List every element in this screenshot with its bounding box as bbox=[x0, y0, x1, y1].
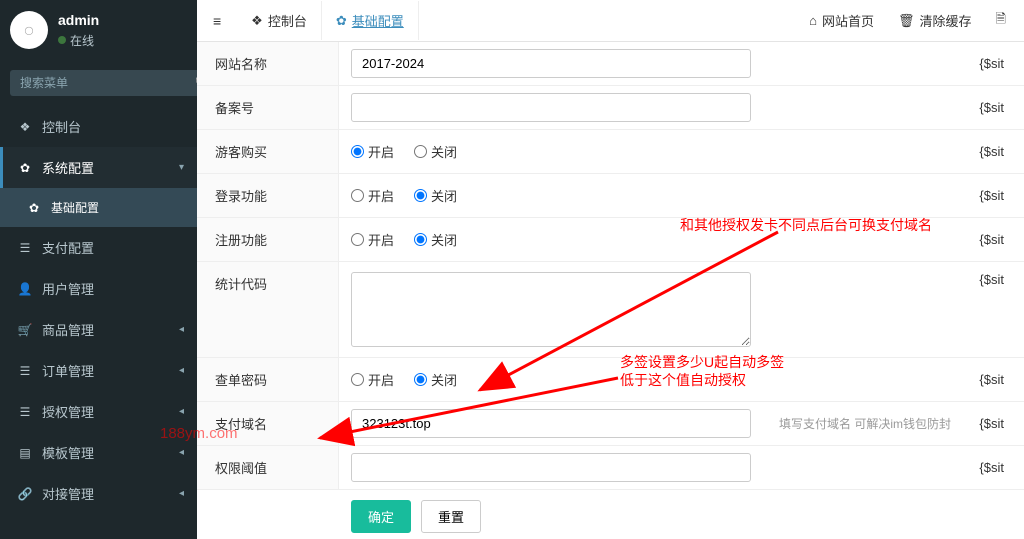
menu-auth[interactable]: ☰ 授权管理 ◂ bbox=[0, 391, 197, 432]
chevron-left-icon: ◂ bbox=[179, 324, 184, 335]
radio-login-off[interactable]: 关闭 bbox=[414, 186, 457, 205]
dashboard-icon: ❖ bbox=[16, 120, 34, 134]
label-pay-domain: 支付域名 bbox=[197, 402, 339, 445]
var-hint: {$sit bbox=[979, 416, 1012, 431]
main: ≡ ❖ 控制台 ✿ 基础配置 ⌂ 网站首页 🗑 清除缓存 bbox=[197, 0, 1024, 539]
clear-cache-button[interactable]: 🗑 清除缓存 bbox=[886, 0, 984, 42]
chevron-left-icon: ◂ bbox=[179, 447, 184, 458]
label-register: 注册功能 bbox=[197, 218, 339, 261]
radio-guest-off[interactable]: 关闭 bbox=[414, 142, 457, 161]
row-site-name: 网站名称 {$sit bbox=[197, 42, 1024, 86]
label-site-name: 网站名称 bbox=[197, 42, 339, 85]
menu-console[interactable]: ❖ 控制台 bbox=[0, 106, 197, 147]
template-icon: ▤ bbox=[16, 446, 34, 460]
var-hint: {$sit bbox=[979, 272, 1012, 287]
cog-icon: ✿ bbox=[25, 201, 43, 215]
list-icon: ☰ bbox=[16, 241, 34, 255]
row-login: 登录功能 开启 关闭 {$sit bbox=[197, 174, 1024, 218]
radio-register-off[interactable]: 关闭 bbox=[414, 230, 457, 249]
status-dot-icon bbox=[58, 36, 66, 44]
hint-pay-domain: 填写支付域名 可解决im钱包防封 bbox=[779, 415, 951, 432]
textarea-stats[interactable] bbox=[351, 272, 751, 347]
radio-query-off[interactable]: 关闭 bbox=[414, 370, 457, 389]
var-hint: {$sit bbox=[979, 460, 1012, 475]
row-register: 注册功能 开启 关闭 {$sit bbox=[197, 218, 1024, 262]
menu-users[interactable]: 👤 用户管理 bbox=[0, 268, 197, 309]
bars-icon: ≡ bbox=[213, 13, 221, 29]
user-name: admin bbox=[58, 12, 99, 28]
menu-basic[interactable]: ✿ 基础配置 bbox=[0, 188, 197, 227]
label-threshold: 权限阈值 bbox=[197, 446, 339, 489]
dashboard-icon: ❖ bbox=[251, 13, 263, 29]
home-link[interactable]: ⌂ 网站首页 bbox=[797, 0, 886, 42]
var-hint: {$sit bbox=[979, 372, 1012, 387]
cart-icon: 🛒 bbox=[16, 323, 34, 337]
label-query-pwd: 查单密码 bbox=[197, 358, 339, 401]
avatar: ◯ bbox=[10, 11, 48, 49]
cog-icon: ✿ bbox=[336, 13, 347, 29]
form-content: 网站名称 {$sit 备案号 {$sit 游客购买 开启 bbox=[197, 42, 1024, 539]
file-icon: 🗎 bbox=[996, 10, 1006, 32]
var-hint: {$sit bbox=[979, 100, 1012, 115]
topbar: ≡ ❖ 控制台 ✿ 基础配置 ⌂ 网站首页 🗑 清除缓存 bbox=[197, 0, 1024, 42]
home-icon: ⌂ bbox=[809, 13, 817, 28]
menu-dock[interactable]: 🔗 对接管理 ◂ bbox=[0, 473, 197, 514]
tab-console[interactable]: ❖ 控制台 bbox=[237, 1, 322, 40]
menu-pay[interactable]: ☰ 支付配置 bbox=[0, 227, 197, 268]
tab-basic[interactable]: ✿ 基础配置 bbox=[322, 1, 419, 40]
label-icp: 备案号 bbox=[197, 86, 339, 129]
menu-tpl[interactable]: ▤ 模板管理 ◂ bbox=[0, 432, 197, 473]
label-stats: 统计代码 bbox=[197, 262, 339, 357]
user-icon: 👤 bbox=[16, 282, 34, 296]
row-stats: 统计代码 {$sit bbox=[197, 262, 1024, 358]
row-pay-domain: 支付域名 填写支付域名 可解决im钱包防封 {$sit bbox=[197, 402, 1024, 446]
extra-button[interactable]: 🗎 bbox=[984, 0, 1018, 42]
label-login: 登录功能 bbox=[197, 174, 339, 217]
var-hint: {$sit bbox=[979, 144, 1012, 159]
var-hint: {$sit bbox=[979, 232, 1012, 247]
menu-system[interactable]: ✿ 系统配置 ▾ bbox=[0, 147, 197, 188]
label-guest-buy: 游客购买 bbox=[197, 130, 339, 173]
chevron-left-icon: ◂ bbox=[179, 365, 184, 376]
toggle-sidebar-button[interactable]: ≡ bbox=[203, 7, 231, 35]
radio-register-on[interactable]: 开启 bbox=[351, 230, 394, 249]
row-threshold: 权限阈值 {$sit bbox=[197, 446, 1024, 490]
input-site-name[interactable] bbox=[351, 49, 751, 78]
menu-goods[interactable]: 🛒 商品管理 ◂ bbox=[0, 309, 197, 350]
top-actions: ⌂ 网站首页 🗑 清除缓存 🗎 bbox=[797, 0, 1018, 42]
input-pay-domain[interactable] bbox=[351, 409, 751, 438]
button-row: 确定 重置 bbox=[197, 490, 1024, 539]
reset-button[interactable]: 重置 bbox=[421, 500, 481, 533]
menu-orders[interactable]: ☰ 订单管理 ◂ bbox=[0, 350, 197, 391]
search-input[interactable] bbox=[10, 70, 185, 96]
radio-login-on[interactable]: 开启 bbox=[351, 186, 394, 205]
chevron-left-icon: ◂ bbox=[179, 406, 184, 417]
link-icon: 🔗 bbox=[16, 487, 34, 501]
radio-guest-on[interactable]: 开启 bbox=[351, 142, 394, 161]
var-hint: {$sit bbox=[979, 188, 1012, 203]
row-guest-buy: 游客购买 开启 关闭 {$sit bbox=[197, 130, 1024, 174]
input-icp[interactable] bbox=[351, 93, 751, 122]
submit-button[interactable]: 确定 bbox=[351, 500, 411, 533]
row-query-pwd: 查单密码 开启 关闭 {$sit bbox=[197, 358, 1024, 402]
trash-icon: 🗑 bbox=[898, 13, 915, 29]
user-panel: ◯ admin 在线 bbox=[0, 0, 197, 60]
var-hint: {$sit bbox=[979, 56, 1012, 71]
gear-icon: ✿ bbox=[16, 161, 34, 175]
chevron-left-icon: ◂ bbox=[179, 488, 184, 499]
row-icp: 备案号 {$sit bbox=[197, 86, 1024, 130]
auth-icon: ☰ bbox=[16, 405, 34, 419]
menu: ❖ 控制台 ✿ 系统配置 ▾ ✿ 基础配置 ☰ 支付配置 👤 用户管理 🛒 bbox=[0, 106, 197, 514]
radio-query-on[interactable]: 开启 bbox=[351, 370, 394, 389]
input-threshold[interactable] bbox=[351, 453, 751, 482]
sidebar: ◯ admin 在线 🔍 ❖ 控制台 ✿ 系统配置 ▾ bbox=[0, 0, 197, 539]
chevron-down-icon: ▾ bbox=[179, 162, 184, 173]
order-icon: ☰ bbox=[16, 364, 34, 378]
user-status: 在线 bbox=[58, 32, 99, 49]
tab-list: ❖ 控制台 ✿ 基础配置 bbox=[237, 1, 419, 40]
search-box: 🔍 bbox=[0, 60, 197, 106]
